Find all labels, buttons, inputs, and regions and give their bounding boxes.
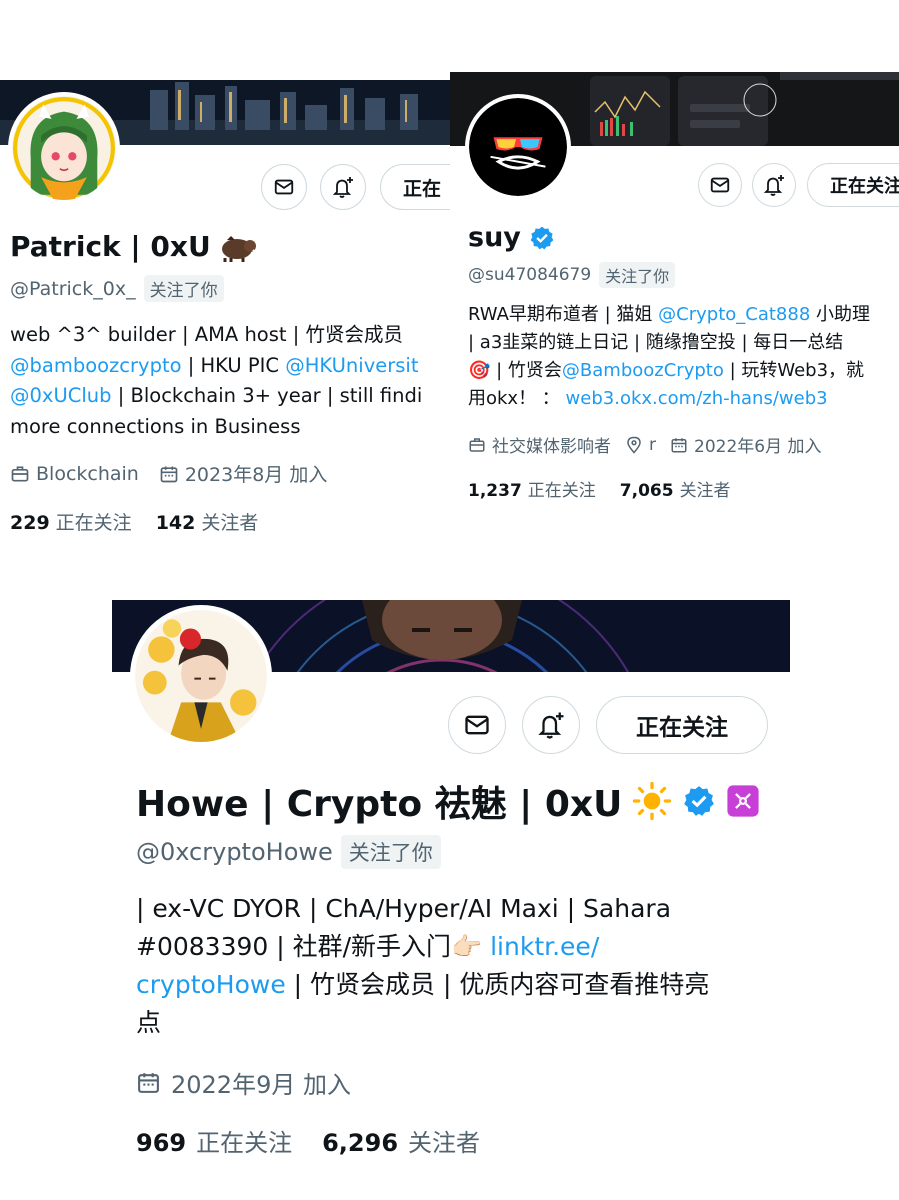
mail-icon <box>710 177 730 193</box>
following-button[interactable]: 正在关注 <box>596 696 768 754</box>
handle-row: @0xcryptoHowe 关注了你 <box>136 835 441 869</box>
boar-icon <box>221 235 257 262</box>
message-button[interactable] <box>698 163 742 207</box>
category: Blockchain <box>10 463 139 485</box>
avatar[interactable] <box>8 92 120 204</box>
follow-stats: 1,237 正在关注 7,065 关注者 <box>468 476 755 501</box>
following-button-label: 正在 <box>403 177 442 200</box>
sahara-logo-icon <box>727 785 759 817</box>
following-button-label: 正在关注 <box>636 715 728 741</box>
following-stat[interactable]: 229 正在关注 <box>10 508 132 535</box>
website-link[interactable]: cryptoHowe <box>136 970 286 999</box>
profile-meta: Blockchain 2023年8月 加入 <box>10 460 347 487</box>
calendar-icon <box>671 437 687 452</box>
bell-plus-icon <box>763 175 784 196</box>
join-date: 2023年8月 加入 <box>159 460 327 487</box>
bio-line: | ex-VC DYOR | ChA/Hyper/AI Maxi | Sahar… <box>136 894 672 923</box>
notifications-button[interactable] <box>522 696 580 754</box>
website-link[interactable]: linktr.ee/ <box>490 932 599 961</box>
profile-meta: 2022年9月 加入 <box>136 1065 371 1100</box>
category: 社交媒体影响者 <box>468 432 611 457</box>
handle-row: @su47084679 关注了你 <box>468 262 676 288</box>
display-name: Howe | Crypto 祛魅 | 0xU <box>136 775 760 827</box>
follows-you-badge: 关注了你 <box>143 275 224 302</box>
follows-you-badge: 关注了你 <box>599 262 676 288</box>
notifications-button[interactable] <box>752 163 796 207</box>
bio-line: web ^3^ builder | AMA host | 竹贤会成员 <box>10 323 403 346</box>
profile-meta: 社交媒体影响者 r 2022年6月 加入 <box>468 432 841 457</box>
mention-link[interactable]: @Crypto_Cat888 <box>658 304 810 325</box>
handle: @su47084679 <box>468 265 592 285</box>
briefcase-icon <box>469 437 485 452</box>
display-name: Patrick | 0xU <box>10 230 257 263</box>
verified-badge-icon <box>684 786 715 816</box>
handle: @Patrick_0x_ <box>10 277 136 300</box>
bio-line: 点 <box>136 1008 162 1037</box>
location: r <box>625 435 656 455</box>
bio-line: 🎯 | 竹贤会@BamboozCrypto | 玩转Web3，就 <box>468 360 865 381</box>
join-date: 2022年6月 加入 <box>670 432 821 457</box>
calendar-icon <box>138 1073 159 1093</box>
website-link[interactable]: web3.okx.com/zh-hans/web3 <box>566 388 828 409</box>
profile-card-suy: 正在关注 suy @su47084679 关注了你 RWA早期布道者 | 猫姐 … <box>450 72 899 532</box>
following-button[interactable]: 正在关注 <box>807 163 899 207</box>
bio-line: | a3韭菜的链上日记 | 随缘撸空投 | 每日一总结 <box>468 332 844 353</box>
bio-line: @0xUClub | Blockchain 3+ year | still fi… <box>10 384 423 407</box>
mention-link[interactable]: @0xUClub <box>10 384 112 407</box>
join-date: 2022年9月 加入 <box>136 1065 351 1100</box>
bio: RWA早期布道者 | 猫姐 @Crypto_Cat888 小助理 | a3韭菜的… <box>468 301 870 413</box>
mention-link[interactable]: @bamboozcrypto <box>10 354 182 377</box>
handle-row: @Patrick_0x_ 关注了你 <box>10 275 224 302</box>
mention-link[interactable]: @BamboozCrypto <box>562 360 724 381</box>
bio-line: RWA早期布道者 | 猫姐 @Crypto_Cat888 小助理 <box>468 304 871 325</box>
follow-stats: 229 正在关注 142 关注者 <box>10 508 282 535</box>
handle: @0xcryptoHowe <box>136 838 333 866</box>
mention-link[interactable]: @HKUniversit <box>285 354 418 377</box>
following-stat[interactable]: 1,237 正在关注 <box>468 476 596 501</box>
follow-stats: 969 正在关注 6,296 关注者 <box>136 1123 504 1158</box>
bio-line: #0083390 | 社群/新手入门👉🏻 linktr.ee/ <box>136 932 600 961</box>
message-button[interactable] <box>261 164 307 210</box>
avatar[interactable] <box>130 605 272 747</box>
bio: | ex-VC DYOR | ChA/Hyper/AI Maxi | Sahar… <box>136 890 709 1042</box>
briefcase-icon <box>11 466 29 481</box>
followers-stat[interactable]: 142 关注者 <box>156 508 259 535</box>
sun-icon <box>633 781 672 821</box>
bio-line: more connections in Business <box>10 414 301 438</box>
bell-plus-icon <box>538 712 564 739</box>
following-button[interactable]: 正在 <box>380 164 450 210</box>
following-button-label: 正在关注 <box>830 176 899 197</box>
followers-stat[interactable]: 7,065 关注者 <box>620 476 731 501</box>
follows-you-badge: 关注了你 <box>340 835 441 869</box>
bio-line: cryptoHowe | 竹贤会成员 | 优质内容可查看推特亮 <box>136 970 710 999</box>
following-stat[interactable]: 969 正在关注 <box>136 1123 292 1158</box>
location-pin-icon <box>627 436 641 454</box>
bio-line: 用okx！ ： web3.okx.com/zh-hans/web3 <box>468 388 828 409</box>
profile-card-howe: 正在关注 Howe | Crypto 祛魅 | 0xU @0xcryptoHow… <box>112 600 790 1180</box>
mail-icon <box>465 715 489 735</box>
avatar[interactable] <box>465 94 571 200</box>
calendar-icon <box>160 466 178 482</box>
bell-plus-icon <box>332 177 353 198</box>
bio: web ^3^ builder | AMA host | 竹贤会成员 @bamb… <box>10 320 422 442</box>
bio-line: @bamboozcrypto | HKU PIC @HKUniversit <box>10 353 419 377</box>
display-name: suy <box>468 222 555 253</box>
verified-badge-icon <box>530 226 554 249</box>
followers-stat[interactable]: 6,296 关注者 <box>322 1123 480 1158</box>
notifications-button[interactable] <box>320 164 366 210</box>
message-button[interactable] <box>448 696 506 754</box>
mail-icon <box>274 179 294 195</box>
profile-card-patrick: 正在 Patrick | 0xU @Patrick_0x_ 关注了你 web ^… <box>0 80 450 560</box>
